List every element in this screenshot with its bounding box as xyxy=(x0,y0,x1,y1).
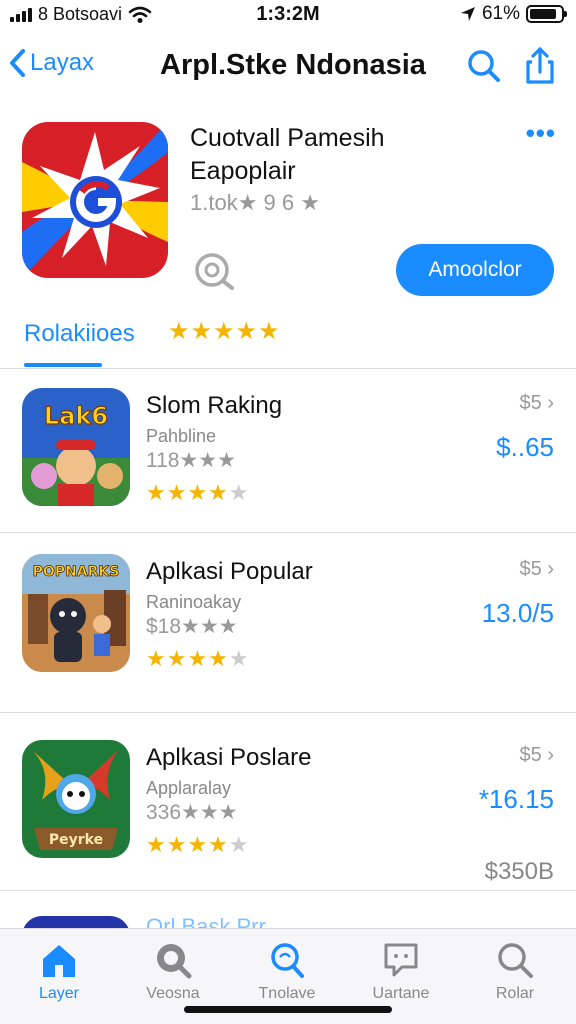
chat-icon xyxy=(384,943,418,977)
divider xyxy=(0,368,576,369)
tab-updates[interactable]: Uartane xyxy=(346,939,456,1015)
half-star: ★ xyxy=(228,832,250,857)
tab-browse[interactable]: Veosna xyxy=(118,939,228,1015)
app-rating-stars: ★★★★★ xyxy=(146,832,250,858)
app-thumbnail: POPNARKS xyxy=(22,554,130,672)
app-review-count: 118★★★ xyxy=(146,449,236,472)
home-indicator xyxy=(184,1006,392,1013)
magnifier-gear-icon xyxy=(195,253,234,290)
app-review-count: $18★★★ xyxy=(146,615,238,638)
filled-stars: ★★★★ xyxy=(146,832,229,857)
chevron-left-icon xyxy=(10,49,25,77)
app-name: Aplkasi Popular xyxy=(146,558,313,585)
ratings-stars: ★★★★★ xyxy=(168,318,281,345)
search-button[interactable] xyxy=(464,46,504,86)
app-subtitle: Raninoakay xyxy=(146,592,242,612)
half-star: ★ xyxy=(228,480,250,505)
thumbnail-text: POPNARKS xyxy=(33,564,120,580)
app-price[interactable]: 13.0/5 xyxy=(482,598,554,629)
app-review-count: 336★★★ xyxy=(146,801,238,824)
app-rating-stars: ★★★★★ xyxy=(146,646,250,672)
battery-fill xyxy=(530,9,556,19)
tab-label: Layer xyxy=(38,985,80,1002)
filled-stars: ★★★★ xyxy=(146,646,229,671)
status-bar: 8 Botsoavi 1:3:2M 61% xyxy=(0,0,576,30)
app-subtitle: Applaralay xyxy=(146,778,232,798)
app-meta: $5 › xyxy=(519,744,554,766)
app-meta: $5 › xyxy=(519,392,554,414)
search-icon xyxy=(498,943,533,978)
battery-percent: 61% xyxy=(481,3,520,24)
app-thumbnail: Lak6 xyxy=(22,388,130,506)
tab-ratings[interactable]: Rolakiioes xyxy=(24,320,135,348)
share-icon xyxy=(526,47,554,84)
tab-search[interactable]: Rolar xyxy=(460,939,570,1015)
app-name: Slom Raking xyxy=(146,392,283,419)
featured-app-icon[interactable] xyxy=(22,122,168,278)
app-meta: $5 › xyxy=(519,558,554,580)
inspect-button[interactable] xyxy=(192,250,240,290)
featured-app-title: Cuotvall Pamesih Eapoplair xyxy=(190,124,385,185)
tab-discover[interactable]: Tnolave xyxy=(232,939,342,1015)
app-secondary-price: $350B xyxy=(484,858,554,885)
get-app-button[interactable]: Amoolclor xyxy=(396,244,554,296)
filled-stars: ★★★★ xyxy=(146,480,229,505)
location-arrow-icon xyxy=(460,7,475,21)
back-button[interactable]: Layax xyxy=(8,48,94,78)
search-icon xyxy=(468,50,500,82)
battery-icon xyxy=(526,5,567,23)
app-list-item[interactable]: Peyrke Aplkasi Poslare Applaralay 336★★★… xyxy=(0,740,576,905)
share-button[interactable] xyxy=(520,46,560,86)
app-list-item[interactable]: Lak6 Slom Raking Pahbline 118★★★ ★★★★★ $… xyxy=(0,388,576,553)
tab-label: Uartane xyxy=(372,985,430,1002)
divider xyxy=(0,890,576,891)
app-price[interactable]: *16.15 xyxy=(479,784,554,815)
search-circle-icon xyxy=(157,944,192,979)
more-options-button[interactable]: ••• xyxy=(526,118,556,149)
tab-label: Tnolave xyxy=(258,985,316,1002)
tab-active-underline xyxy=(24,363,102,367)
app-price[interactable]: $..65 xyxy=(496,432,554,463)
divider xyxy=(0,712,576,713)
home-icon xyxy=(43,945,75,977)
tab-label: Rolar xyxy=(495,985,535,1002)
thumbnail-text: Peyrke xyxy=(49,832,103,848)
app-name: Aplkasi Poslare xyxy=(146,744,312,771)
featured-app-header: Cuotvall Pamesih Eapoplair 1.tok★ 9 6 ★ … xyxy=(0,104,576,369)
tab-home[interactable]: Layer xyxy=(4,939,114,1015)
tab-label: Veosna xyxy=(146,985,200,1002)
magnifier-icon xyxy=(271,943,304,978)
thumbnail-text: Lak6 xyxy=(44,402,108,430)
status-right: 61% xyxy=(460,3,567,25)
divider xyxy=(0,532,576,533)
navigation-bar: Layax Arpl.Stke Ndonasia xyxy=(0,36,576,96)
half-star: ★ xyxy=(228,646,250,671)
app-rating-stars: ★★★★★ xyxy=(146,480,250,506)
featured-app-rating: 1.tok★ 9 6 ★ xyxy=(190,190,320,215)
page-title: Arpl.Stke Ndonasia xyxy=(160,49,426,81)
app-subtitle: Pahbline xyxy=(146,426,217,446)
back-label: Layax xyxy=(30,49,95,76)
app-thumbnail: Peyrke xyxy=(22,740,130,858)
app-list-item[interactable]: POPNARKS Aplkasi Popular Raninoakay $18★… xyxy=(0,554,576,719)
